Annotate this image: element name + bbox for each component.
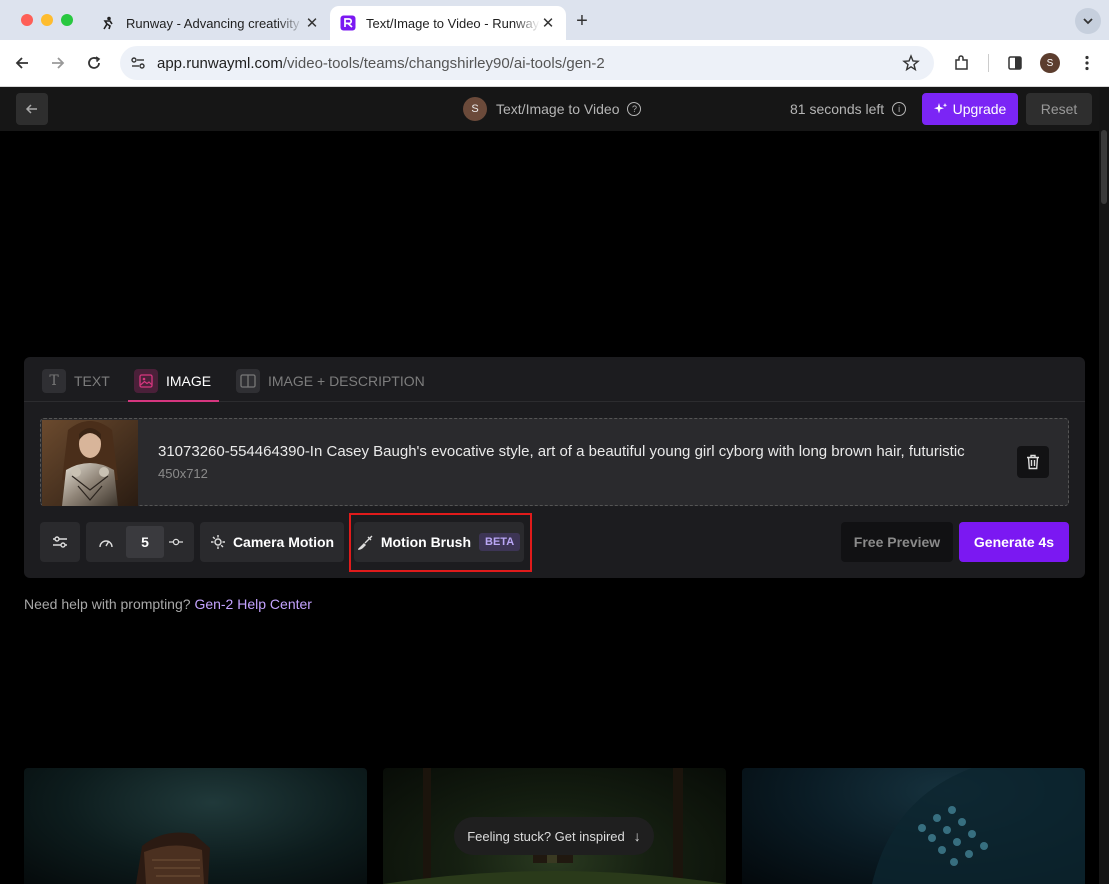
trash-icon <box>1027 454 1039 470</box>
free-preview-button[interactable]: Free Preview <box>841 522 953 562</box>
toolbar-divider <box>988 54 989 72</box>
back-arrow-icon[interactable] <box>11 52 33 74</box>
help-question-icon[interactable]: ? <box>627 102 642 116</box>
address-bar[interactable]: app.runwayml.com/video-tools/teams/chang… <box>120 46 934 80</box>
more-vertical-icon[interactable] <box>1076 52 1098 74</box>
image-thumbnail <box>42 420 138 506</box>
browser-toolbar: app.runwayml.com/video-tools/teams/chang… <box>0 40 1109 87</box>
tool-title-group: S Text/Image to Video ? <box>463 97 642 121</box>
upgrade-label: Upgrade <box>952 101 1007 117</box>
help-prefix: Need help with prompting? <box>24 596 191 612</box>
generate-button[interactable]: Generate 4s <box>959 522 1069 562</box>
split-layout-icon <box>236 369 260 393</box>
avatar[interactable]: S <box>463 97 487 121</box>
motion-speed-control[interactable]: 5 <box>86 522 194 562</box>
tab-image-label: IMAGE <box>166 373 212 389</box>
tab-title: Runway - Advancing creativity <box>126 15 300 31</box>
get-inspired-label: Feeling stuck? Get inspired <box>467 828 625 844</box>
camera-motion-icon <box>210 535 225 549</box>
page-scrollbar[interactable] <box>1099 87 1109 884</box>
arrow-down-icon: ↓ <box>633 828 641 844</box>
help-center-link[interactable]: Gen-2 Help Center <box>194 596 312 612</box>
image-icon <box>134 369 158 393</box>
maximize-window-button[interactable] <box>61 14 73 26</box>
url-text: app.runwayml.com/video-tools/teams/chang… <box>157 55 605 72</box>
profile-avatar[interactable]: S <box>1040 53 1060 73</box>
tab-image-description-label: IMAGE + DESCRIPTION <box>268 373 425 389</box>
browser-tab-text-image-video[interactable]: Text/Image to Video - Runway ✕ <box>330 6 566 40</box>
browser-tab-strip: Runway - Advancing creativity ✕ Text/Ima… <box>0 0 1109 40</box>
forward-arrow-icon[interactable] <box>47 52 69 74</box>
site-settings-icon[interactable] <box>130 55 146 76</box>
delete-image-button[interactable] <box>1017 446 1049 478</box>
settings-button[interactable] <box>40 522 80 562</box>
speed-value[interactable]: 5 <box>126 526 164 558</box>
camera-motion-button[interactable]: Camera Motion <box>200 522 344 562</box>
minimize-window-button[interactable] <box>41 14 53 26</box>
close-window-button[interactable] <box>21 14 33 26</box>
text-t-icon: T <box>42 369 66 393</box>
tab-text[interactable]: T TEXT <box>42 369 110 402</box>
tab-search-chevron-icon[interactable] <box>1075 8 1101 34</box>
uploaded-image-row[interactable]: 31073260-554464390-In Casey Baugh's evoc… <box>40 418 1069 506</box>
get-inspired-button[interactable]: Feeling stuck? Get inspired ↓ <box>454 817 654 855</box>
speedometer-icon <box>99 540 113 548</box>
image-filename: 31073260-554464390-In Casey Baugh's evoc… <box>158 443 965 460</box>
tab-text-label: TEXT <box>74 373 110 389</box>
sparkle-icon <box>933 103 947 114</box>
close-tab-icon[interactable]: ✕ <box>540 14 556 32</box>
url-host: app.runwayml.com <box>157 55 283 72</box>
gallery-image <box>136 832 210 884</box>
reload-icon[interactable] <box>83 52 105 74</box>
upgrade-button[interactable]: Upgrade <box>922 93 1018 125</box>
generation-panel: T TEXT IMAGE IMAGE + DESCRIPTION 3107326… <box>24 357 1085 578</box>
back-arrow-icon <box>25 104 37 114</box>
camera-motion-label: Camera Motion <box>232 534 335 550</box>
gallery-image <box>872 768 1085 884</box>
scrollbar-thumb[interactable] <box>1101 130 1107 204</box>
url-path: /video-tools/teams/changshirley90/ai-too… <box>282 55 605 72</box>
info-icon[interactable]: i <box>892 102 907 116</box>
sliders-icon <box>53 536 67 548</box>
gallery-card[interactable] <box>24 768 367 884</box>
bookmark-star-icon[interactable] <box>902 54 920 77</box>
page-title: Text/Image to Video <box>496 101 620 117</box>
slider-handle-icon[interactable] <box>168 537 184 547</box>
image-dimensions: 450x712 <box>158 466 208 481</box>
new-tab-button[interactable]: + <box>572 10 592 33</box>
gallery-card[interactable] <box>742 768 1085 884</box>
close-tab-icon[interactable]: ✕ <box>304 14 320 32</box>
mode-tabs: T TEXT IMAGE IMAGE + DESCRIPTION <box>24 357 1085 402</box>
time-left-status: 81 seconds left i <box>790 101 907 117</box>
reset-button[interactable]: Reset <box>1026 93 1092 125</box>
side-panel-icon[interactable] <box>1004 52 1026 74</box>
help-text: Need help with prompting? Gen-2 Help Cen… <box>24 596 312 612</box>
time-left-text: 81 seconds left <box>790 101 885 117</box>
tab-image-description[interactable]: IMAGE + DESCRIPTION <box>236 369 425 402</box>
back-button[interactable] <box>16 93 48 125</box>
highlight-box <box>349 513 532 572</box>
extensions-puzzle-icon[interactable] <box>951 52 973 74</box>
runway-logo-icon <box>340 15 356 31</box>
tab-title: Text/Image to Video - Runway <box>366 15 540 31</box>
tab-image[interactable]: IMAGE <box>128 369 219 402</box>
app-header: S Text/Image to Video ? 81 seconds left … <box>0 87 1099 131</box>
browser-tab-runway[interactable]: Runway - Advancing creativity ✕ <box>90 6 330 40</box>
runway-runner-icon <box>100 15 116 31</box>
